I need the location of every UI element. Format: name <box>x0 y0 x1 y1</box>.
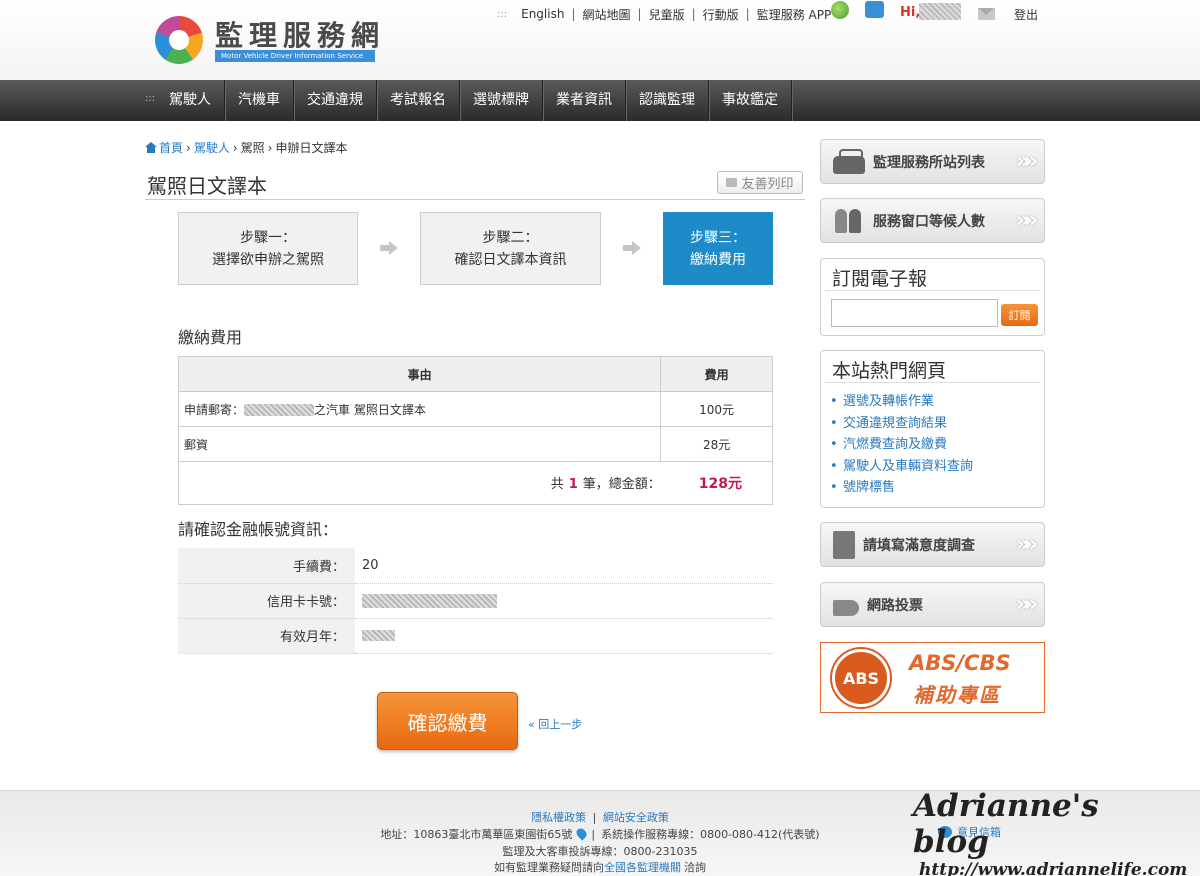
hot-link-violation-query[interactable]: 交通違規查詢結果 <box>830 413 1044 435</box>
home-icon <box>145 142 157 153</box>
nav-item-violation[interactable]: 交通違規 <box>294 80 377 121</box>
table-row: 手續費： 20 <box>178 548 773 584</box>
hot-link-driver-vehicle-query[interactable]: 駕駛人及車輛資料查詢 <box>830 456 1044 478</box>
greeting: Hi, <box>900 5 921 20</box>
newsletter-title: 訂閱電子報 <box>825 259 1040 291</box>
fee-table: 事由 費用 申請郵寄： 之汽車 駕照日文譯本 100元 郵資 28元 共 1 筆，總金… <box>177 356 773 505</box>
hot-link-fuel-fee[interactable]: 汽燃費查詢及繳費 <box>830 434 1044 456</box>
footer-hotline: 系統操作服務專線：0800-080-412(代表號) <box>601 828 820 841</box>
step-two: 步驟二： 確認日文譯本資訊 <box>420 212 601 285</box>
dots-icon: ::: <box>497 8 508 20</box>
breadcrumb-current: 申辦日文譯本 <box>275 141 348 155</box>
nav-item-business[interactable]: 業者資訊 <box>543 80 626 121</box>
hot-pages-box: 本站熱門網頁 選號及轉帳作業 交通違規查詢結果 汽燃費查詢及繳費 駕駛人及車輛資… <box>820 350 1045 508</box>
security-link[interactable]: 網站安全政策 <box>603 811 669 824</box>
masked-expiry <box>362 630 395 641</box>
chevron-right-icon: »» <box>1015 149 1039 174</box>
masked-plate <box>244 404 315 416</box>
hot-link-plate-auction[interactable]: 號牌標售 <box>830 477 1044 499</box>
back-link[interactable]: « 回上一步 <box>528 716 582 732</box>
col-reason: 事由 <box>177 356 662 392</box>
col-fee: 費用 <box>660 356 773 392</box>
chevron-right-icon: »» <box>1015 592 1039 617</box>
green-globe-icon[interactable] <box>831 1 849 19</box>
nav-item-accident[interactable]: 事故鑑定 <box>709 80 792 121</box>
logout-link[interactable]: 登出 <box>1014 6 1038 23</box>
link-mobile[interactable]: 行動版 <box>703 6 739 23</box>
breadcrumb-home[interactable]: 首頁 <box>159 139 183 156</box>
site-name: 監理服務網 <box>215 19 386 52</box>
breadcrumb: 首頁 › 駕駛人 › 駕照 › 申辦日文譯本 <box>145 139 348 156</box>
breadcrumb-driver[interactable]: 駕駛人 <box>194 139 230 156</box>
agencies-link[interactable]: 全國各監理機關 <box>604 861 681 874</box>
step-three-active: 步驟三： 繳納費用 <box>663 212 773 285</box>
vote-button[interactable]: 網路投票 »» <box>820 582 1045 627</box>
nav-item-about[interactable]: 認識監理 <box>626 80 709 121</box>
breadcrumb-license: 駕照 <box>240 141 265 155</box>
car-icon <box>833 148 865 174</box>
station-list-button[interactable]: 監理服務所站列表 »» <box>820 139 1045 184</box>
logo-mark-icon <box>155 16 203 64</box>
megaphone-icon <box>833 599 859 616</box>
subscribe-button[interactable]: 訂閱 <box>1001 304 1038 326</box>
abs-cbs-banner[interactable]: ABS ABS/CBS 補助專區 <box>820 642 1045 713</box>
privacy-link[interactable]: 隱私權政策 <box>531 811 586 824</box>
confirm-payment-button[interactable]: 確認繳費 <box>377 692 518 750</box>
step-arrow-icon <box>623 241 641 255</box>
table-row: 申請郵寄： 之汽車 駕照日文譯本 100元 <box>177 391 773 427</box>
link-sitemap[interactable]: 網站地圖 <box>583 6 631 23</box>
nav-item-driver[interactable]: 駕駛人 <box>156 80 225 121</box>
account-table: 手續費： 20 信用卡卡號： 有效月年： <box>178 548 773 654</box>
abs-circle-icon: ABS <box>832 649 890 707</box>
nav-item-exam[interactable]: 考試報名 <box>377 80 460 121</box>
link-kids[interactable]: 兒童版 <box>649 6 685 23</box>
total-amount: 128元 <box>698 476 742 492</box>
top-links: ::: English | 網站地圖 | 兒童版 | 行動版 | 監理服務 AP… <box>497 6 832 23</box>
hot-pages-title: 本站熱門網頁 <box>825 351 1040 383</box>
map-pin-icon[interactable] <box>574 826 589 841</box>
blog-watermark: Adrianne's blog http://www.adriannelife.… <box>913 788 1188 876</box>
people-icon <box>833 207 865 235</box>
link-english[interactable]: English <box>521 7 564 21</box>
nav-dots-icon: ::: <box>145 93 156 104</box>
newsletter-box: 訂閱電子報 訂閱 <box>820 258 1045 336</box>
chevron-right-icon: »» <box>1015 532 1039 557</box>
handling-fee-value: 20 <box>355 548 773 584</box>
nav-item-vehicle[interactable]: 汽機車 <box>225 80 294 121</box>
nav-item-plate[interactable]: 選號標牌 <box>460 80 543 121</box>
accessibility-icon[interactable] <box>865 1 884 18</box>
masked-username <box>919 3 961 20</box>
table-row: 信用卡卡號： <box>178 583 773 619</box>
print-button[interactable]: 友善列印 <box>717 171 803 194</box>
step-one: 步驟一： 選擇欲申辦之駕照 <box>178 212 358 285</box>
step-arrow-icon <box>380 241 398 255</box>
fee-section-title: 繳納費用 <box>178 328 243 347</box>
link-app[interactable]: 監理服務 APP <box>757 6 832 23</box>
site-logo[interactable]: 監理服務網 Motor Vehicle Driver Information S… <box>155 14 385 66</box>
newsletter-email-input[interactable] <box>831 299 998 327</box>
title-divider <box>145 199 805 200</box>
table-row: 有效月年： <box>178 618 773 654</box>
site-header: 監理服務網 Motor Vehicle Driver Information S… <box>0 0 1200 80</box>
footer-address: 地址：10863臺北市萬華區東園街65號 <box>380 828 573 841</box>
total-count: 1 <box>568 477 578 492</box>
survey-icon <box>833 530 855 559</box>
table-row: 郵資 28元 <box>177 426 773 462</box>
queue-button[interactable]: 服務窗口等候人數 »» <box>820 198 1045 243</box>
chevron-right-icon: »» <box>1015 208 1039 233</box>
printer-icon <box>726 178 738 187</box>
site-subtitle: Motor Vehicle Driver Information Service <box>215 50 375 62</box>
mail-icon[interactable] <box>978 8 995 20</box>
masked-card-number <box>362 593 497 608</box>
page-title: 駕照日文譯本 <box>147 174 267 198</box>
main-nav: ::: 駕駛人 汽機車 交通違規 考試報名 選號標牌 業者資訊 認識監理 事故鑑… <box>0 80 1200 121</box>
account-section-title: 請確認金融帳號資訊： <box>178 520 339 539</box>
survey-button[interactable]: 請填寫滿意度調查 »» <box>820 522 1045 567</box>
hot-link-plate-selection[interactable]: 選號及轉帳作業 <box>830 391 1044 413</box>
total-row: 共 1 筆，總金額： 128元 <box>178 461 773 505</box>
